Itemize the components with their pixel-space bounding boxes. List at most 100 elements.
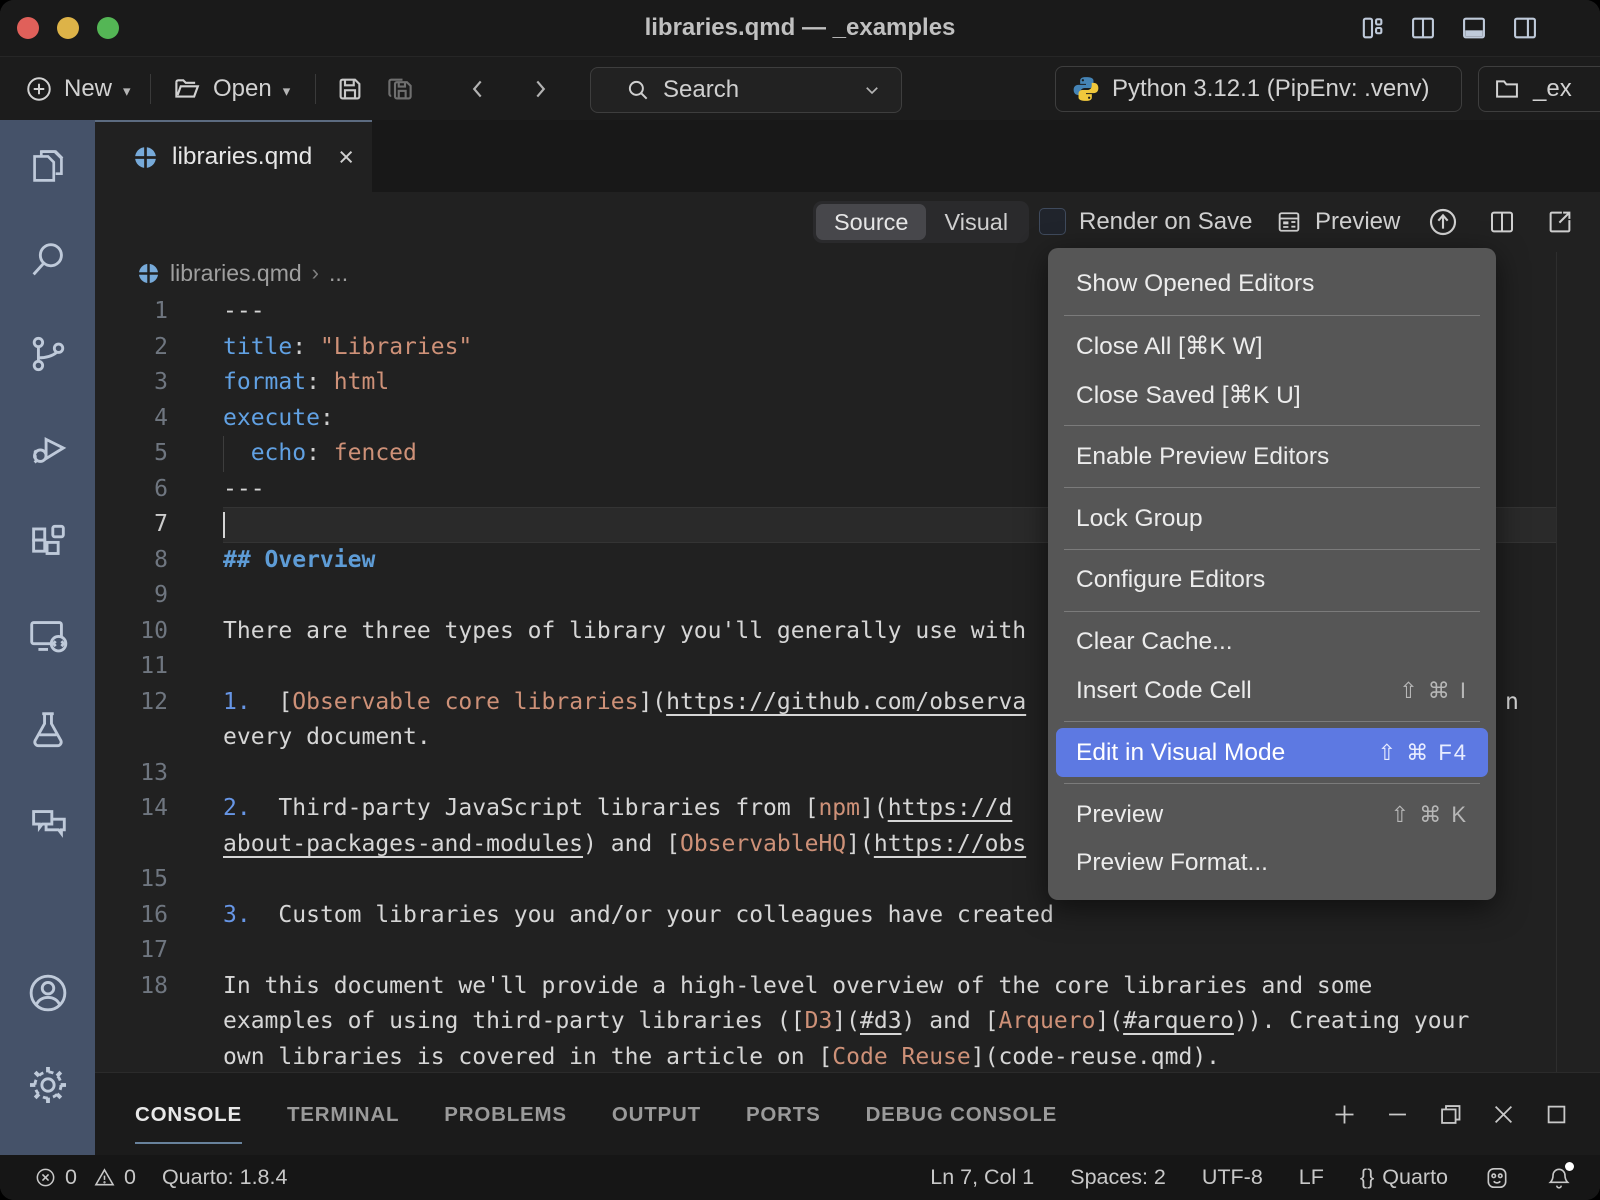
customize-layout-icon[interactable] xyxy=(1357,13,1387,43)
open-file-button[interactable]: Open ▾ xyxy=(172,57,290,121)
toggle-secondary-sidebar-icon[interactable] xyxy=(1510,13,1540,43)
notifications-bell-icon[interactable] xyxy=(1546,1165,1572,1191)
settings-gear-icon[interactable] xyxy=(24,1061,72,1109)
activity-bar xyxy=(0,120,95,1155)
panel-tab-output[interactable]: OUTPUT xyxy=(612,1073,701,1156)
global-search-input[interactable]: Search xyxy=(590,67,902,113)
source-mode-button[interactable]: Source xyxy=(816,204,926,240)
eol-status[interactable]: LF xyxy=(1299,1165,1324,1190)
breadcrumb-file[interactable]: libraries.qmd xyxy=(170,260,302,287)
chevron-right-icon: › xyxy=(312,260,319,286)
menu-item-preview[interactable]: Preview⇧ ⌘ K xyxy=(1056,790,1488,839)
menu-item-insert-code-cell[interactable]: Insert Code Cell⇧ ⌘ I xyxy=(1056,667,1488,716)
menu-item-label: Close Saved [⌘K U] xyxy=(1076,380,1301,410)
open-button-label: Open xyxy=(213,75,272,103)
menu-item-label: Preview xyxy=(1076,801,1163,829)
code-line-wrap[interactable]: examples of using third-party libraries … xyxy=(95,1004,1600,1040)
panel-add-icon[interactable] xyxy=(1331,1101,1358,1128)
line-number: 1 xyxy=(95,294,168,330)
feedback-smiley-icon[interactable] xyxy=(1484,1165,1510,1191)
split-editor-layout-icon[interactable] xyxy=(1408,13,1438,43)
interpreter-selector-button[interactable]: Python 3.12.1 (PipEnv: .venv) xyxy=(1055,66,1462,112)
line-number xyxy=(95,720,168,756)
code-line-wrap[interactable]: own libraries is covered in the article … xyxy=(95,1040,1600,1076)
indent-guide xyxy=(223,436,224,472)
workspace-selector-button[interactable]: _ex xyxy=(1478,66,1600,112)
line-number: 5 xyxy=(95,436,168,472)
comments-icon[interactable] xyxy=(24,800,72,848)
remote-explorer-icon[interactable] xyxy=(24,612,72,660)
preview-button[interactable]: Preview xyxy=(1275,192,1400,252)
run-debug-icon[interactable] xyxy=(24,424,72,472)
toggle-panel-icon[interactable] xyxy=(1459,13,1489,43)
panel-tab-terminal[interactable]: TERMINAL xyxy=(287,1073,399,1156)
open-in-new-window-button[interactable] xyxy=(1545,192,1575,252)
extensions-icon[interactable] xyxy=(24,518,72,566)
panel-maximize-icon[interactable] xyxy=(1543,1101,1570,1128)
save-icon xyxy=(335,74,365,104)
render-on-save-checkbox[interactable] xyxy=(1039,208,1066,235)
editor-action-bar: Source Visual Render on Save Preview ⋯ xyxy=(95,192,1600,252)
menu-item-show-opened-editors[interactable]: Show Opened Editors xyxy=(1056,260,1488,309)
tab-close-icon[interactable]: × xyxy=(338,144,354,171)
code-text[interactable]: In this document we'll provide a high-le… xyxy=(223,969,1556,1005)
search-sidebar-icon[interactable] xyxy=(24,236,72,284)
code-line-18[interactable]: 18In this document we'll provide a high-… xyxy=(95,969,1600,1005)
panel-tab-ports[interactable]: PORTS xyxy=(746,1073,821,1156)
render-up-circle-icon xyxy=(1427,206,1459,238)
visual-mode-button[interactable]: Visual xyxy=(926,204,1026,240)
menu-item-close-all-k-w[interactable]: Close All [⌘K W] xyxy=(1056,322,1488,371)
panel-tab-console[interactable]: CONSOLE xyxy=(135,1073,242,1156)
mode-toggle: Source Visual xyxy=(813,201,1029,243)
menu-item-configure-editors[interactable]: Configure Editors xyxy=(1056,556,1488,605)
navigate-forward-button[interactable] xyxy=(527,57,553,121)
menu-item-clear-cache[interactable]: Clear Cache... xyxy=(1056,618,1488,667)
language-mode-status[interactable]: {} Quarto xyxy=(1360,1165,1448,1190)
problems-status[interactable]: 0 0 xyxy=(34,1165,136,1190)
breadcrumb-more[interactable]: ... xyxy=(329,260,348,287)
panel-tab-problems[interactable]: PROBLEMS xyxy=(444,1073,567,1156)
menu-item-preview-format[interactable]: Preview Format... xyxy=(1056,839,1488,888)
menu-item-lock-group[interactable]: Lock Group xyxy=(1056,494,1488,543)
save-button[interactable] xyxy=(335,57,365,121)
split-editor-button[interactable] xyxy=(1487,192,1517,252)
cursor-position-status[interactable]: Ln 7, Col 1 xyxy=(930,1165,1034,1190)
menu-item-label: Close All [⌘K W] xyxy=(1076,331,1263,361)
notification-dot xyxy=(1565,1162,1574,1171)
menu-item-close-saved-k-u[interactable]: Close Saved [⌘K U] xyxy=(1056,371,1488,420)
menu-item-label: Configure Editors xyxy=(1076,566,1265,594)
code-line-17[interactable]: 17 xyxy=(95,933,1600,969)
panel-restore-icon[interactable] xyxy=(1437,1101,1464,1128)
save-all-button[interactable] xyxy=(385,57,415,121)
encoding-status[interactable]: UTF-8 xyxy=(1202,1165,1263,1190)
status-bar: 0 0 Quarto: 1.8.4 Ln 7, Col 1 Spaces: 2 … xyxy=(0,1155,1600,1200)
account-icon[interactable] xyxy=(24,969,72,1017)
quarto-version-status[interactable]: Quarto: 1.8.4 xyxy=(162,1165,288,1190)
menu-item-edit-in-visual-mode[interactable]: Edit in Visual Mode⇧ ⌘ F4 xyxy=(1056,728,1488,777)
testing-icon[interactable] xyxy=(24,706,72,754)
navigate-back-button[interactable] xyxy=(465,57,491,121)
code-text[interactable]: 3. Custom libraries you and/or your coll… xyxy=(223,898,1556,934)
render-button[interactable] xyxy=(1427,192,1459,252)
menu-item-enable-preview-editors[interactable]: Enable Preview Editors xyxy=(1056,432,1488,481)
code-text[interactable]: own libraries is covered in the article … xyxy=(223,1040,1556,1076)
line-number: 4 xyxy=(95,401,168,437)
line-number: 11 xyxy=(95,649,168,685)
workspace-label: _ex xyxy=(1533,75,1572,103)
source-control-icon[interactable] xyxy=(24,330,72,378)
chevron-down-icon: ▾ xyxy=(123,82,131,100)
new-file-button[interactable]: New ▾ xyxy=(25,57,131,121)
code-text[interactable] xyxy=(223,933,1556,969)
code-text[interactable]: examples of using third-party libraries … xyxy=(223,1004,1556,1040)
line-number: 10 xyxy=(95,614,168,650)
code-line-16[interactable]: 163. Custom libraries you and/or your co… xyxy=(95,898,1600,934)
save-all-icon xyxy=(385,74,415,104)
explorer-icon[interactable] xyxy=(24,142,72,190)
panel-close-icon[interactable] xyxy=(1490,1101,1517,1128)
panel-tab-debug-console[interactable]: DEBUG CONSOLE xyxy=(866,1073,1058,1156)
panel-minimize-icon[interactable] xyxy=(1384,1101,1411,1128)
braces-icon: {} xyxy=(1360,1165,1374,1190)
menu-divider xyxy=(1064,611,1480,612)
indentation-status[interactable]: Spaces: 2 xyxy=(1070,1165,1166,1190)
tab-libraries-qmd[interactable]: libraries.qmd × xyxy=(95,120,372,192)
